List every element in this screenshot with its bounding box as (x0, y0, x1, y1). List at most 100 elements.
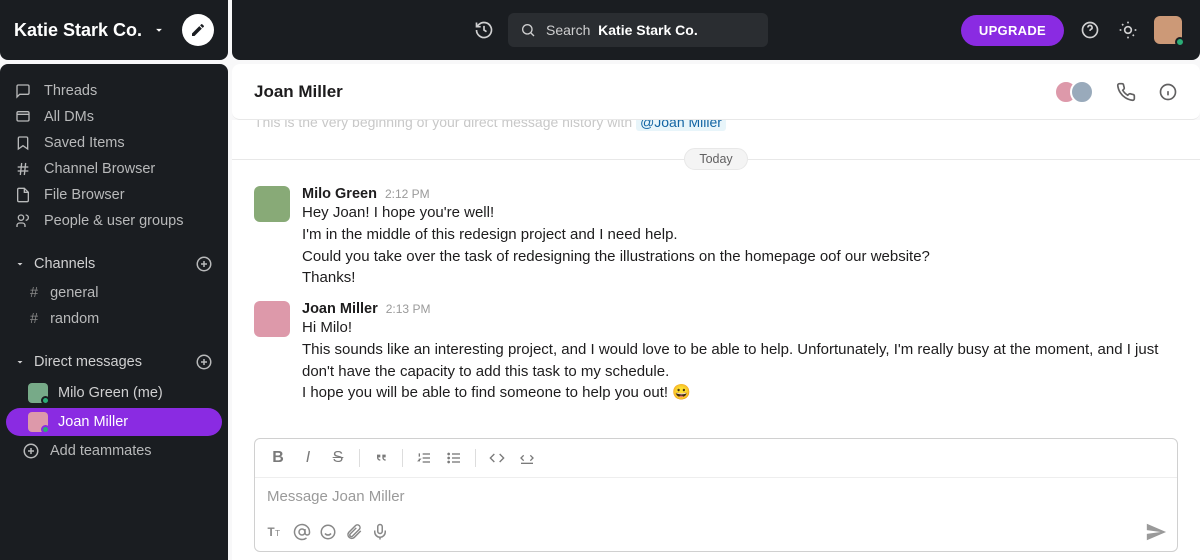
nav-label: People & user groups (44, 213, 183, 229)
search-prefix: Search (546, 22, 590, 38)
bookmark-icon (14, 135, 32, 151)
formatting-toolbar: B I S (255, 439, 1177, 478)
composer-actions: TT (255, 515, 1177, 551)
dm-name: Milo Green (me) (58, 385, 163, 401)
info-button[interactable] (1158, 82, 1178, 102)
attach-button[interactable] (345, 523, 363, 541)
message-author[interactable]: Joan Miller (302, 301, 378, 317)
threads-icon (14, 83, 32, 99)
composer-area: B I S Message Joan Miller TT (232, 428, 1200, 560)
strike-button[interactable]: S (325, 447, 351, 469)
send-button[interactable] (1145, 521, 1167, 543)
sidebar-scroll: Threads All DMs Saved Items Channel Brow… (0, 64, 228, 560)
codeblock-button[interactable] (514, 447, 540, 469)
nav-label: File Browser (44, 187, 125, 203)
call-button[interactable] (1116, 82, 1136, 102)
avatar[interactable] (254, 301, 290, 337)
add-teammates[interactable]: Add teammates (0, 437, 228, 465)
italic-button[interactable]: I (295, 447, 321, 469)
conversation-title: Joan Miller (254, 82, 343, 102)
member-avatars[interactable] (1054, 80, 1094, 104)
code-button[interactable] (484, 447, 510, 469)
nav-people[interactable]: People & user groups (0, 208, 228, 234)
section-label: Channels (34, 256, 95, 272)
nav-label: Saved Items (44, 135, 125, 151)
add-channel-button[interactable] (194, 254, 214, 274)
channel-name: random (50, 311, 99, 327)
channel-general[interactable]: # general (0, 280, 228, 306)
message: Milo Green2:12 PM Hey Joan! I hope you'r… (232, 180, 1200, 295)
emoji-button[interactable] (319, 523, 337, 541)
caret-down-icon (14, 258, 26, 270)
sidebar: Katie Stark Co. Threads All DMs Saved It… (0, 0, 228, 560)
nav-label: Channel Browser (44, 161, 155, 177)
svg-text:T: T (268, 526, 275, 539)
nav-threads[interactable]: Threads (0, 78, 228, 104)
section-label: Direct messages (34, 354, 142, 370)
message-time: 2:13 PM (386, 302, 431, 316)
message-body: Hi Milo! This sounds like an interesting… (302, 317, 1178, 404)
channels-section-header[interactable]: Channels (0, 248, 228, 280)
mic-button[interactable] (371, 523, 389, 541)
intro-text: This is the very beginning of your direc… (254, 120, 636, 130)
avatar (1070, 80, 1094, 104)
channel-name: general (50, 285, 98, 301)
presence-dot (41, 396, 50, 405)
message-author[interactable]: Milo Green (302, 186, 377, 202)
main-column: Search Katie Stark Co. UPGRADE Joan Mill… (228, 0, 1200, 560)
quote-button[interactable] (368, 447, 394, 469)
nav-channel-browser[interactable]: Channel Browser (0, 156, 228, 182)
intro-mention[interactable]: @Joan Miller (636, 120, 726, 131)
channel-random[interactable]: # random (0, 306, 228, 332)
dms-icon (14, 109, 32, 125)
date-label: Today (684, 148, 747, 170)
add-dm-button[interactable] (194, 352, 214, 372)
message-input[interactable]: Message Joan Miller (255, 478, 1177, 515)
history-button[interactable] (474, 20, 494, 40)
people-icon (14, 213, 32, 229)
plus-icon (22, 442, 40, 460)
bullet-list-button[interactable] (441, 447, 467, 469)
hash-icon: # (30, 311, 38, 327)
file-icon (14, 187, 32, 203)
conversation-intro: This is the very beginning of your direc… (232, 120, 1200, 130)
nav-label: All DMs (44, 109, 94, 125)
avatar[interactable] (254, 186, 290, 222)
text-format-button[interactable]: TT (265, 522, 285, 542)
nav-all-dms[interactable]: All DMs (0, 104, 228, 130)
message-list[interactable]: This is the very beginning of your direc… (232, 120, 1200, 428)
presence-dot (41, 425, 50, 434)
workspace-name: Katie Stark Co. (14, 20, 142, 41)
upgrade-button[interactable]: UPGRADE (961, 15, 1064, 46)
hash-icon: # (30, 285, 38, 301)
date-divider: Today (232, 148, 1200, 170)
chevron-down-icon (152, 23, 166, 37)
help-button[interactable] (1078, 20, 1102, 40)
dm-joan-miller[interactable]: Joan Miller (6, 408, 222, 436)
nav-saved[interactable]: Saved Items (0, 130, 228, 156)
caret-down-icon (14, 356, 26, 368)
dm-milo-green[interactable]: Milo Green (me) (6, 379, 222, 407)
user-avatar[interactable] (1154, 16, 1182, 44)
bold-button[interactable]: B (265, 447, 291, 469)
ordered-list-button[interactable] (411, 447, 437, 469)
compose-button[interactable] (182, 14, 214, 46)
avatar (28, 412, 48, 432)
channel-browser-icon (14, 161, 32, 177)
add-teammates-label: Add teammates (50, 443, 152, 459)
search-scope: Katie Stark Co. (598, 22, 698, 38)
svg-text:T: T (275, 528, 280, 538)
avatar (28, 383, 48, 403)
message-time: 2:12 PM (385, 187, 430, 201)
search-icon (520, 22, 536, 38)
search-input[interactable]: Search Katie Stark Co. (508, 13, 768, 47)
message: Joan Miller 2:13 PM Hi Milo! This sounds … (232, 295, 1200, 410)
notifications-button[interactable] (1116, 20, 1140, 40)
mention-button[interactable] (293, 523, 311, 541)
composer[interactable]: B I S Message Joan Miller TT (254, 438, 1178, 552)
nav-label: Threads (44, 83, 97, 99)
nav-file-browser[interactable]: File Browser (0, 182, 228, 208)
conversation-header: Joan Miller (232, 64, 1200, 120)
dms-section-header[interactable]: Direct messages (0, 346, 228, 378)
workspace-header[interactable]: Katie Stark Co. (0, 0, 228, 60)
